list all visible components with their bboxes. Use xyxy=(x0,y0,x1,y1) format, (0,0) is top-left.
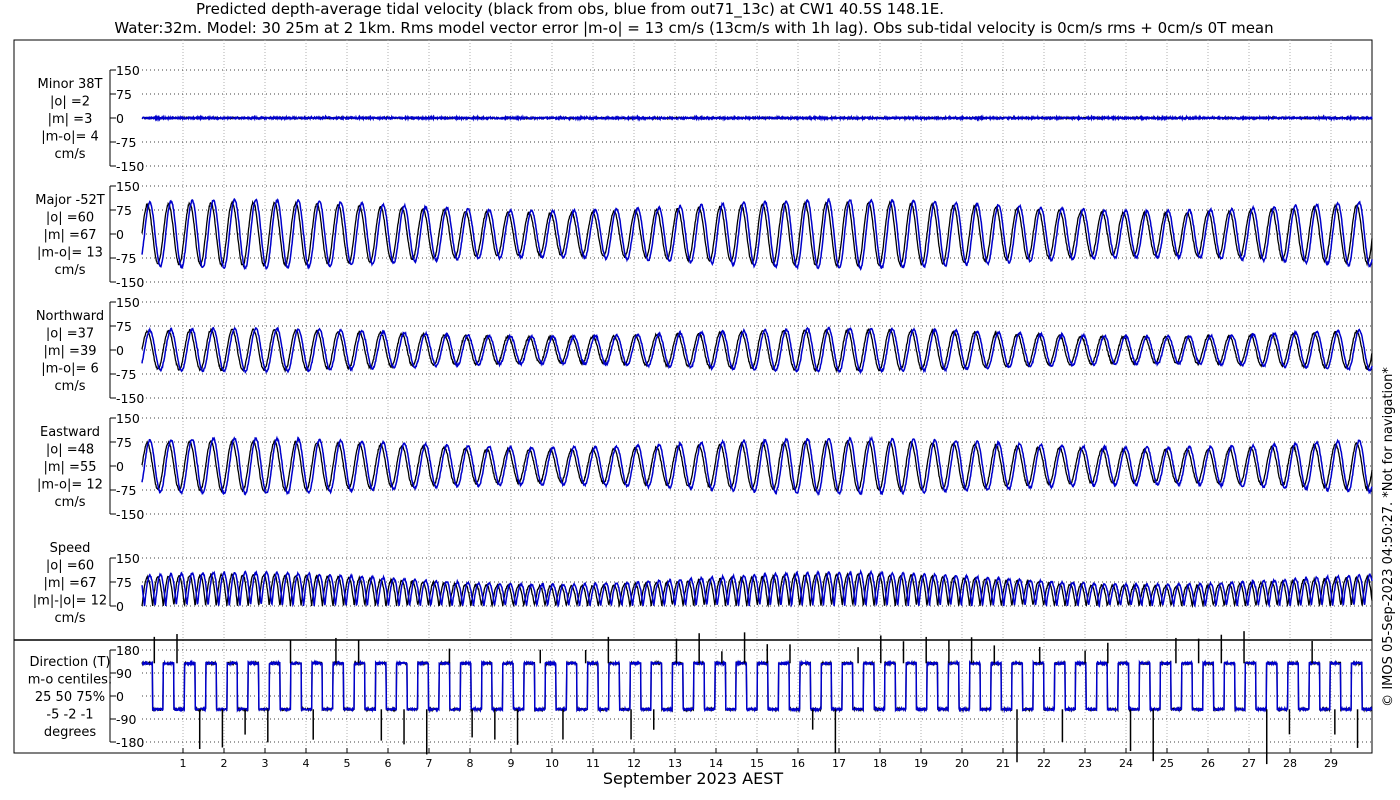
figure-frame xyxy=(13,39,1373,754)
y-tick-label: 150 xyxy=(116,411,140,426)
x-tick-label: 7 xyxy=(426,757,433,770)
panel-label-line: |o| =2 xyxy=(50,95,90,110)
panel-direction: 180 90 0 -90 -180 Direction (T) m-o centiles: 2… xyxy=(28,631,1373,765)
panel-label-line: cm/s xyxy=(55,263,86,278)
x-tick-label: 3 xyxy=(262,757,269,770)
y-tick-label: -150 xyxy=(116,275,144,290)
x-tick-label: 28 xyxy=(1283,757,1297,770)
panel-label-line: |m| =3 xyxy=(48,112,93,127)
panel-label-line: m-o centiles: xyxy=(28,673,113,688)
y-tick-label: 150 xyxy=(116,551,140,566)
panel-label-line: degrees xyxy=(44,725,97,740)
panel-label-line: -5 -2 -1 xyxy=(46,708,93,723)
x-tick-label: 1 xyxy=(180,757,187,770)
panel-major: 150 75 0 -75 -150 Major -52T |o| =60 |m| =67 |m-… xyxy=(35,179,1373,290)
y-tick-label: -150 xyxy=(116,159,144,174)
x-tick-label: 29 xyxy=(1324,757,1338,770)
y-tick-label: 150 xyxy=(116,179,140,194)
panel-label-line: Speed xyxy=(50,541,91,556)
x-tick-label: 22 xyxy=(1037,757,1051,770)
y-tick-label: -75 xyxy=(116,251,136,266)
x-tick-label: 16 xyxy=(791,757,805,770)
x-tick-label: 5 xyxy=(344,757,351,770)
panel-label-line: Minor 38T xyxy=(38,77,103,92)
y-tick-label: 0 xyxy=(116,689,124,704)
x-tick-label: 17 xyxy=(832,757,846,770)
x-tick-label: 26 xyxy=(1201,757,1215,770)
x-tick-label: 4 xyxy=(303,757,310,770)
panels-group: 150 75 0 -75 -150 Minor 38T |o| =2 |m| =3 |m-o|=… xyxy=(13,39,1373,765)
x-tick-label: 20 xyxy=(955,757,969,770)
figure-title-line1: Predicted depth-average tidal velocity (… xyxy=(196,0,944,19)
panel-label-line: Major -52T xyxy=(35,193,104,208)
x-tick-label: 18 xyxy=(873,757,887,770)
y-tick-label: 90 xyxy=(116,666,132,681)
y-tick-label: 150 xyxy=(116,295,140,310)
tidal-velocity-figure: Predicted depth-average tidal velocity (… xyxy=(13,0,1396,788)
panel-northward: 150 75 0 -75 -150 Northward |o| =37 |m| =39 |m-o… xyxy=(36,295,1373,406)
panel-label-line: 25 50 75% xyxy=(35,690,105,705)
y-tick-label: 0 xyxy=(116,459,124,474)
panel-label-line: |m-o|= 4 xyxy=(41,130,99,145)
y-tick-label: 0 xyxy=(116,343,124,358)
x-axis-label: September 2023 AEST xyxy=(603,769,784,788)
y-tick-label: -75 xyxy=(116,367,136,382)
y-tick-label: -75 xyxy=(116,135,136,150)
x-tick-label: 19 xyxy=(914,757,928,770)
panel-speed: 150 75 0 Speed |o| =60 |m| =67 |m|-|o|= 12 cm/s xyxy=(33,541,1373,626)
x-tick-label: 2 xyxy=(221,757,228,770)
panel-label-line: |m| =67 xyxy=(44,576,97,591)
x-tick-label: 25 xyxy=(1160,757,1174,770)
x-tick-label: 27 xyxy=(1242,757,1256,770)
panel-label-line: |o| =48 xyxy=(46,443,94,458)
panel-label-line: cm/s xyxy=(55,611,86,626)
x-tick-labels: 1 2 3 4 5 6 7 8 9 10 11 12 13 14 15 16 17 18 19 20 21 22 23 24 2… xyxy=(180,748,1338,770)
x-tick-label: 8 xyxy=(467,757,474,770)
x-tick-label: 6 xyxy=(385,757,392,770)
panel-label-line: |m-o|= 6 xyxy=(41,362,99,377)
panel-label-line: |o| =37 xyxy=(46,327,94,342)
copyright-note: © IMOS 05-Sep-2023 04:50:27. *Not for na… xyxy=(1381,367,1396,707)
panel-label-line: |m-o|= 13 xyxy=(37,246,103,261)
figure-title-line2: Water:32m. Model: 30 25m at 2 1km. Rms m… xyxy=(114,19,1273,37)
y-tick-label: 75 xyxy=(116,87,132,102)
x-tick-label: 23 xyxy=(1078,757,1092,770)
panel-eastward: 150 75 0 -75 -150 Eastward |o| =48 |m| =55 |m-o|… xyxy=(37,411,1373,522)
panel-label-line: |o| =60 xyxy=(46,211,94,226)
panel-label-line: Eastward xyxy=(40,425,100,440)
panel-label-line: Northward xyxy=(36,309,104,324)
series-line-model xyxy=(141,659,1373,714)
panel-label-line: |m| =39 xyxy=(44,344,97,359)
y-tick-label: 0 xyxy=(116,227,124,242)
x-tick-label: 24 xyxy=(1119,757,1133,770)
panel-label-line: |m|-|o|= 12 xyxy=(33,594,107,609)
panel-label-line: cm/s xyxy=(55,147,86,162)
y-tick-label: 75 xyxy=(116,203,132,218)
y-tick-label: -150 xyxy=(116,391,144,406)
x-tick-label: 10 xyxy=(545,757,559,770)
panel-label-line: cm/s xyxy=(55,379,86,394)
y-tick-label: 150 xyxy=(116,63,140,78)
x-tick-label: 11 xyxy=(586,757,600,770)
panel-label-line: |o| =60 xyxy=(46,559,94,574)
y-tick-label: -180 xyxy=(116,735,144,750)
panel-label-line: |m| =55 xyxy=(44,460,97,475)
y-tick-label: 180 xyxy=(116,643,140,658)
y-tick-label: -75 xyxy=(116,483,136,498)
y-tick-label: 75 xyxy=(116,435,132,450)
panel-label-line: cm/s xyxy=(55,495,86,510)
panel-label-line: |m| =67 xyxy=(44,228,97,243)
y-tick-label: 75 xyxy=(116,319,132,334)
panel-minor: 150 75 0 -75 -150 Minor 38T |o| =2 |m| =3 |m-o|=… xyxy=(38,63,1373,174)
panel-label-line: |m-o|= 12 xyxy=(37,478,103,493)
y-tick-label: -90 xyxy=(116,712,136,727)
y-tick-label: 0 xyxy=(116,599,124,614)
panel-label-line: Direction (T) xyxy=(30,655,111,670)
x-tick-label: 21 xyxy=(996,757,1010,770)
x-tick-label: 9 xyxy=(508,757,515,770)
y-tick-label: -150 xyxy=(116,507,144,522)
y-tick-label: 0 xyxy=(116,111,124,126)
y-tick-label: 75 xyxy=(116,575,132,590)
